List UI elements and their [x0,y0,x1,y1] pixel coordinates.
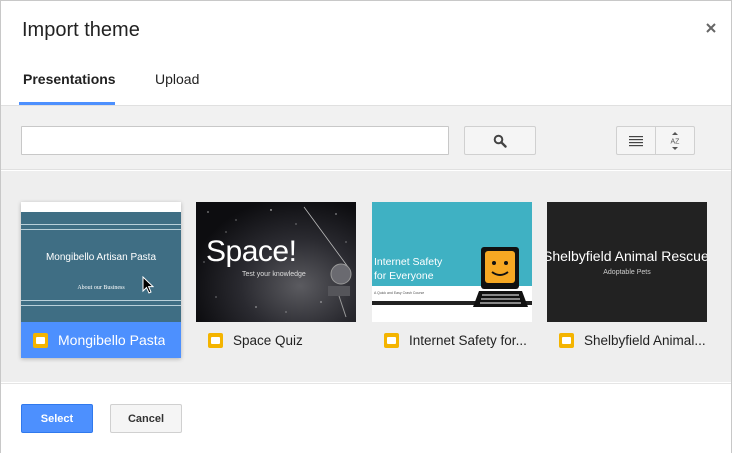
toolbar: AZ [1,105,731,170]
theme-thumbnail: Shelbyfield Animal Rescue Adoptable Pets [547,202,707,322]
theme-card-shelbyfield-animal[interactable]: Shelbyfield Animal Rescue Adoptable Pets… [547,202,707,358]
smiley-computer-icon [473,247,528,307]
search-input[interactable] [21,126,449,155]
list-view-button[interactable] [616,126,656,155]
theme-thumbnail: Internet Safety for Everyone A Quick and… [372,202,532,322]
import-theme-dialog: Import theme Presentations Upload AZ Mon… [0,0,732,453]
theme-thumbnail: Mongibello Artisan Pasta About our Busin… [21,202,181,322]
theme-name: Mongibello Pasta [58,332,166,348]
thumbnail-title: Internet Safety for Everyone [374,256,443,282]
thumbnail-title: Shelbyfield Animal Rescue [547,248,707,264]
dialog-footer: Select Cancel [1,383,731,453]
slides-icon [384,332,399,348]
theme-thumbnail: Space! Test your knowledge [196,202,356,322]
theme-label-row: Mongibello Pasta [21,322,181,358]
list-view-icon [629,135,643,146]
theme-card-internet-safety[interactable]: Internet Safety for Everyone A Quick and… [372,202,532,358]
thumbnail-title: Space! [206,235,297,268]
sort-az-icon: AZ [671,131,681,150]
theme-grid: Mongibello Artisan Pasta About our Busin… [1,171,731,382]
sort-az-label: AZ [671,138,681,145]
search-icon [493,134,507,148]
close-icon[interactable] [703,20,719,36]
theme-name: Shelbyfield Animal... [584,332,706,348]
theme-card-mongibello-pasta[interactable]: Mongibello Artisan Pasta About our Busin… [21,202,181,358]
tab-upload[interactable]: Upload [155,71,199,87]
dialog-title: Import theme [22,19,140,41]
theme-label-row: Shelbyfield Animal... [547,322,707,358]
tab-presentations[interactable]: Presentations [23,71,116,87]
theme-label-row: Internet Safety for... [372,322,532,358]
search-button[interactable] [464,126,536,155]
thumbnail-subtitle: About our Business [77,285,125,291]
thumbnail-subtitle: Adoptable Pets [603,269,651,276]
cancel-button[interactable]: Cancel [110,404,182,433]
theme-card-space-quiz[interactable]: Space! Test your knowledge Space Quiz [196,202,356,358]
slides-icon [33,332,48,348]
theme-label-row: Space Quiz [196,322,356,358]
theme-name: Space Quiz [233,332,303,348]
sort-az-button[interactable]: AZ [655,126,695,155]
thumbnail-subtitle: A Quick and Easy Crash Course [374,291,425,295]
dialog-header: Import theme Presentations Upload [1,1,731,105]
slides-icon [208,332,223,348]
thumbnail-title: Mongibello Artisan Pasta [45,252,157,263]
slides-icon [559,332,574,348]
theme-name: Internet Safety for... [409,332,527,348]
thumbnail-subtitle: Test your knowledge [242,271,306,278]
select-button[interactable]: Select [21,404,93,433]
